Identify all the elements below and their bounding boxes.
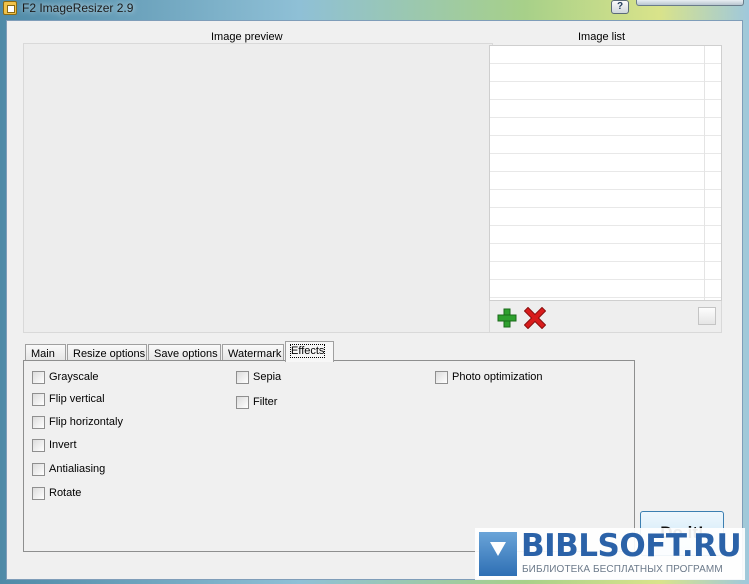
watermark-tagline: БИБЛИОТЕКА БЕСПЛАТНЫХ ПРОГРАММ [522, 564, 723, 575]
remove-image-button[interactable] [523, 306, 547, 330]
image-preview-label: Image preview [211, 31, 283, 43]
checkbox-box[interactable] [32, 415, 45, 429]
checkbox-box[interactable] [32, 486, 45, 500]
photo-optimization-checkbox[interactable]: Photo optimization [435, 369, 543, 385]
download-arrow-icon [479, 532, 517, 576]
rotate-checkbox[interactable]: Rotate [32, 485, 81, 501]
image-list-label: Image list [578, 31, 626, 43]
invert-checkbox[interactable]: Invert [32, 437, 77, 453]
window-caption-buttons[interactable] [636, 0, 744, 6]
window-title: F2 ImageResizer 2.9 [22, 1, 134, 15]
sepia-checkbox[interactable]: Sepia [236, 369, 281, 385]
title-bar: F2 ImageResizer 2.9 ? [0, 0, 749, 20]
checkbox-box[interactable] [435, 370, 448, 384]
image-list-toolbar [489, 301, 722, 333]
image-list[interactable] [489, 45, 722, 301]
plus-icon [497, 308, 517, 328]
antialiasing-checkbox[interactable]: Antialiasing [32, 461, 105, 477]
checkbox-box[interactable] [236, 395, 249, 409]
filter-checkbox[interactable]: Filter [236, 394, 277, 410]
flip-vertical-checkbox[interactable]: Flip vertical [32, 391, 105, 407]
app-icon[interactable] [3, 1, 17, 15]
tab-effects[interactable]: Effects [285, 341, 334, 362]
checkbox-box[interactable] [32, 462, 45, 476]
list-option-button[interactable] [698, 307, 716, 325]
main-window: Image preview Image list Main Resize opt… [6, 20, 743, 580]
flip-horizontaly-checkbox[interactable]: Flip horizontaly [32, 414, 123, 430]
checkbox-box[interactable] [32, 438, 45, 452]
add-image-button[interactable] [496, 307, 518, 329]
effects-panel: Grayscale Flip vertical Flip horizontaly… [23, 360, 635, 552]
grayscale-checkbox[interactable]: Grayscale [32, 369, 99, 385]
image-preview-area [23, 43, 493, 333]
checkbox-box[interactable] [32, 392, 45, 406]
checkbox-box[interactable] [32, 370, 45, 384]
site-watermark: BIBLSOFT.RU БИБЛИОТЕКА БЕСПЛАТНЫХ ПРОГРА… [475, 528, 745, 580]
checkbox-box[interactable] [236, 370, 249, 384]
help-button[interactable]: ? [611, 0, 629, 14]
watermark-brand: BIBLSOFT.RU [521, 528, 742, 564]
close-icon [523, 306, 547, 330]
